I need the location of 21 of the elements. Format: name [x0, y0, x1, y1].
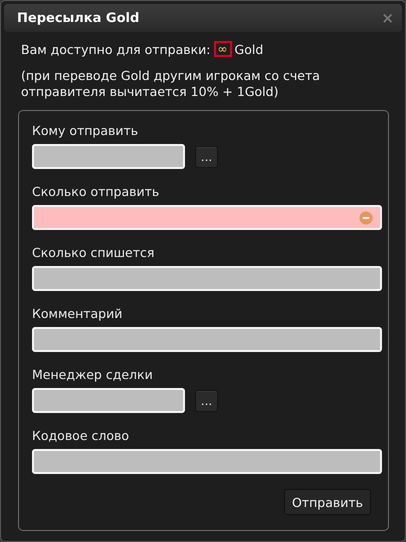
input-field[interactable]	[32, 388, 185, 413]
input-field[interactable]	[32, 327, 382, 352]
field-label: Кодовое слово	[32, 428, 130, 443]
field-label: Кому отправить	[32, 123, 138, 138]
currency-label: Gold	[234, 42, 264, 56]
available-amount: ∞	[214, 41, 232, 57]
input-field[interactable]	[32, 205, 382, 230]
field-label: Менеджер сделки	[32, 367, 153, 382]
field-label: Комментарий	[32, 306, 122, 321]
send-button[interactable]: Отправить	[284, 489, 371, 515]
picker-button[interactable]: ...	[195, 390, 218, 412]
fee-note: (при переводе Gold другим игрокам со счета отправителя вычитается 10% + 1Gold)	[21, 68, 321, 100]
window-title: Пересылка Gold	[17, 10, 140, 26]
error-icon	[359, 211, 373, 225]
input-field[interactable]	[32, 266, 382, 291]
field-label: Сколько спишется	[32, 245, 154, 260]
field-label: Сколько отправить	[32, 184, 160, 199]
input-field[interactable]	[32, 449, 382, 474]
input-field[interactable]	[32, 144, 185, 169]
picker-button[interactable]: ...	[195, 146, 218, 168]
available-label: Вам доступно для отправки:	[21, 42, 211, 56]
